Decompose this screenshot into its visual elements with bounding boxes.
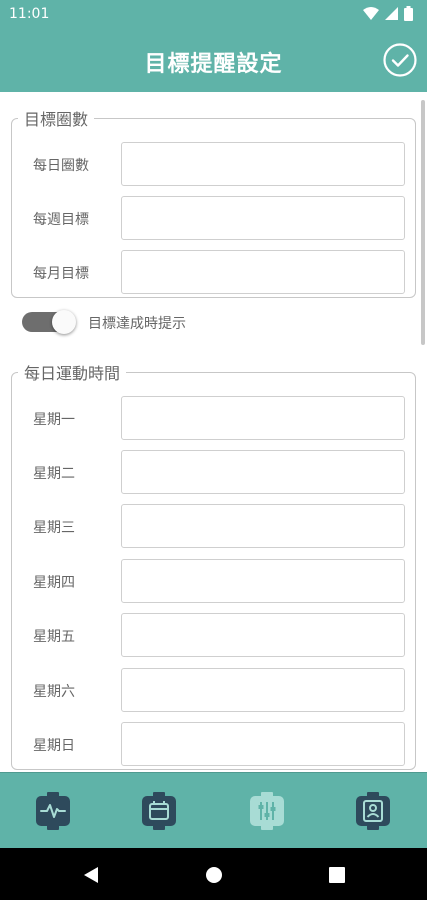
bottom-nav xyxy=(0,772,427,848)
monthly-goal-label: 每月目標 xyxy=(33,266,89,282)
daily-laps-label: 每日圈數 xyxy=(33,158,89,174)
friday-input[interactable] xyxy=(121,613,405,657)
nav-settings[interactable] xyxy=(247,791,287,831)
page-title: 目標提醒設定 xyxy=(144,52,283,77)
friday-label: 星期五 xyxy=(33,629,75,645)
thursday-input[interactable] xyxy=(121,559,405,603)
weekly-goal-row: 每週目標 xyxy=(12,196,417,240)
saturday-label: 星期六 xyxy=(33,684,75,700)
thursday-row: 星期四 xyxy=(12,559,417,603)
goal-reached-toggle[interactable] xyxy=(22,310,76,334)
wednesday-label: 星期三 xyxy=(33,520,75,536)
exercise-time-legend: 每日運動時間 xyxy=(24,364,121,383)
weekly-goal-label: 每週目標 xyxy=(33,212,89,228)
settings-sliders-watch-icon xyxy=(250,792,284,830)
sunday-label: 星期日 xyxy=(33,738,75,754)
tuesday-input[interactable] xyxy=(121,450,405,494)
monthly-goal-input[interactable] xyxy=(121,250,405,294)
wednesday-row: 星期三 xyxy=(12,504,417,548)
goal-reached-toggle-label: 目標達成時提示 xyxy=(88,316,186,332)
status-time: 11:01 xyxy=(9,6,50,22)
weekly-goal-input[interactable] xyxy=(121,196,405,240)
saturday-row: 星期六 xyxy=(12,668,417,712)
scrollbar[interactable] xyxy=(421,100,425,345)
status-icons xyxy=(363,6,413,21)
settings-content[interactable]: 目標圈數 每日圈數 每週目標 每月目標 目標達成時提示 每日運動時間 星期一 星… xyxy=(0,92,427,772)
thursday-label: 星期四 xyxy=(33,575,75,591)
wifi-icon xyxy=(363,6,379,20)
daily-laps-legend: 目標圈數 xyxy=(24,110,89,129)
recents-icon[interactable] xyxy=(326,864,348,886)
monday-input[interactable] xyxy=(121,396,405,440)
status-bar: 11:01 xyxy=(0,0,427,30)
wednesday-input[interactable] xyxy=(121,504,405,548)
daily-laps-input[interactable] xyxy=(121,142,405,186)
tuesday-label: 星期二 xyxy=(33,466,75,482)
signal-icon xyxy=(385,7,398,20)
back-icon[interactable] xyxy=(80,864,102,886)
nav-profile[interactable] xyxy=(353,791,393,831)
daily-laps-row: 每日圈數 xyxy=(12,142,417,186)
daily-laps-group: 目標圈數 每日圈數 每週目標 每月目標 xyxy=(11,106,416,298)
heart-rate-watch-icon xyxy=(36,792,70,830)
exercise-time-group: 每日運動時間 星期一 星期二 星期三 星期四 星期五 星期六 星期日 xyxy=(11,360,416,770)
sunday-input[interactable] xyxy=(121,722,405,766)
calendar-watch-icon xyxy=(142,792,176,830)
battery-icon xyxy=(404,6,413,21)
monday-row: 星期一 xyxy=(12,396,417,440)
system-nav-bar xyxy=(0,848,427,900)
friday-row: 星期五 xyxy=(12,613,417,657)
nav-calendar[interactable] xyxy=(139,791,179,831)
saturday-input[interactable] xyxy=(121,668,405,712)
nav-heart-rate[interactable] xyxy=(33,791,73,831)
monday-label: 星期一 xyxy=(33,412,75,428)
goal-reached-toggle-row: 目標達成時提示 xyxy=(22,310,322,334)
sunday-row: 星期日 xyxy=(12,722,417,766)
profile-watch-icon xyxy=(356,792,390,830)
monthly-goal-row: 每月目標 xyxy=(12,250,417,294)
toggle-knob xyxy=(52,310,76,334)
tuesday-row: 星期二 xyxy=(12,450,417,494)
home-icon[interactable] xyxy=(203,864,225,886)
app-bar: 目標提醒設定 xyxy=(0,30,427,92)
check-circle-icon[interactable] xyxy=(383,43,417,77)
